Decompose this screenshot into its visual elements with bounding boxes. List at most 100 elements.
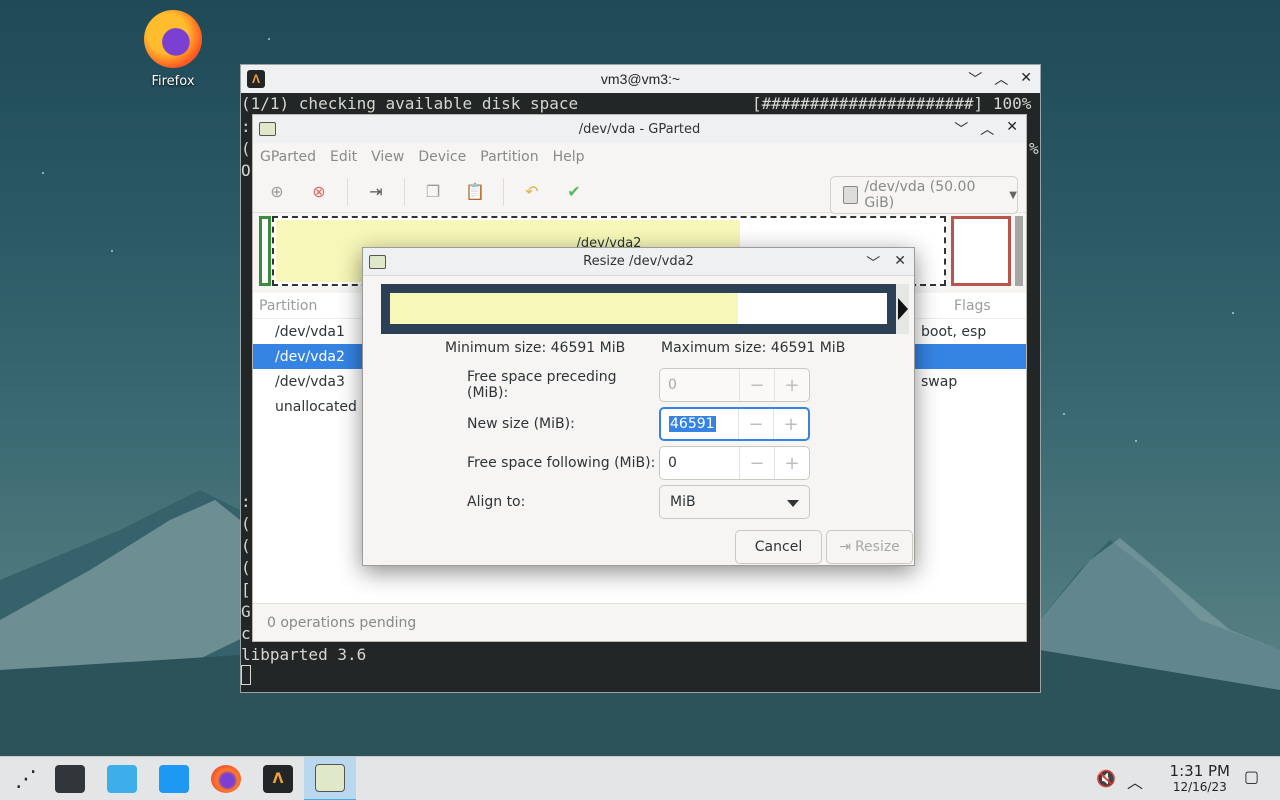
toolbar-separator — [404, 177, 405, 206]
free-following-row: Free space following (MiB): 0 − + — [467, 446, 812, 480]
taskbar-gparted[interactable] — [304, 757, 356, 800]
terminal-app-icon: Λ — [247, 70, 265, 88]
menu-partition[interactable]: Partition — [473, 149, 545, 165]
resize-handle-right-icon[interactable] — [898, 298, 908, 320]
star — [1063, 413, 1065, 415]
partition-visual-vda3[interactable] — [951, 216, 1011, 286]
menu-device[interactable]: Device — [411, 149, 473, 165]
desktop-firefox-icon[interactable]: Firefox — [140, 10, 206, 89]
minimum-size-label: Minimum size: 46591 MiB — [445, 340, 626, 356]
menubar: GParted Edit View Device Partition Help — [253, 143, 1026, 171]
dialog-titlebar[interactable]: Resize /dev/vda2 ﹀ ✕ — [363, 248, 914, 276]
terminal-text: : — [241, 492, 251, 511]
resize-bar-frame — [381, 284, 896, 334]
chevron-up-icon[interactable]: ︿ — [1127, 769, 1143, 793]
close-icon[interactable]: ✕ — [1006, 119, 1018, 139]
settings-icon — [55, 765, 85, 793]
terminal-last-line: libparted 3.6 — [241, 645, 367, 664]
plus-icon[interactable]: + — [773, 409, 808, 439]
gparted-app-icon — [369, 255, 386, 269]
partition-visual-vda1[interactable] — [259, 216, 271, 286]
close-icon[interactable]: ✕ — [894, 253, 906, 273]
clock-time: 1:31 PM — [1169, 762, 1230, 780]
plus-icon[interactable]: + — [774, 369, 809, 401]
paste-icon[interactable]: 📋 — [461, 178, 489, 206]
launcher-icon: ⋰ — [15, 766, 37, 792]
new-size-row: New size (MiB): 46591 − + — [467, 407, 812, 441]
free-preceding-row: Free space preceding (MiB): 0 − + — [467, 368, 812, 402]
partition-flags: swap — [921, 373, 958, 390]
minus-icon[interactable]: − — [738, 409, 773, 439]
gparted-icon — [315, 764, 345, 792]
chevron-down-icon: ▼ — [1009, 189, 1017, 201]
undo-icon[interactable]: ↶ — [518, 178, 546, 206]
gparted-titlebar[interactable]: /dev/vda - GParted ﹀ ︿ ✕ — [253, 115, 1026, 143]
gparted-title: /dev/vda - GParted — [578, 121, 701, 137]
delete-partition-icon[interactable]: ⊗ — [305, 178, 333, 206]
new-size-field[interactable]: 46591 − + — [659, 407, 810, 441]
plus-icon[interactable]: + — [774, 447, 809, 479]
taskbar-terminal[interactable]: Λ — [252, 757, 304, 800]
copy-icon[interactable]: ❐ — [419, 178, 447, 206]
toolbar-separator — [347, 177, 348, 206]
maximize-icon[interactable]: ︿ — [994, 69, 1008, 89]
align-select[interactable]: MiB — [659, 485, 810, 519]
star — [1232, 312, 1234, 314]
resize-button[interactable]: ⇥ Resize — [826, 530, 913, 564]
menu-view[interactable]: View — [364, 149, 411, 165]
free-preceding-label: Free space preceding (MiB): — [467, 369, 617, 401]
maximize-icon[interactable]: ︿ — [980, 119, 994, 139]
taskbar-files[interactable] — [148, 757, 200, 800]
terminal-titlebar[interactable]: Λ vm3@vm3:~ ﹀ ︿ ✕ — [241, 65, 1040, 93]
menu-help[interactable]: Help — [546, 149, 592, 165]
minimize-icon[interactable]: ﹀ — [954, 119, 968, 139]
show-desktop-icon[interactable]: ▢ — [1244, 767, 1259, 786]
star — [111, 250, 113, 252]
terminal-cursor — [241, 665, 251, 685]
minimize-icon[interactable]: ﹀ — [866, 253, 880, 273]
clock-date: 12/16/23 — [1172, 780, 1227, 794]
align-label: Align to: — [467, 494, 526, 510]
resize-bar-used — [390, 293, 738, 324]
clock[interactable]: 1:31 PM 12/16/23 — [1169, 762, 1230, 795]
terminal-text: : — [241, 117, 251, 136]
resize-icon: ⇥ — [839, 539, 851, 555]
apply-icon[interactable]: ✔ — [560, 178, 588, 206]
resize-bar-inner — [390, 293, 887, 324]
resize-dialog[interactable]: Resize /dev/vda2 ﹀ ✕ Minimum size: 46591… — [362, 247, 915, 566]
partition-visual-unallocated[interactable] — [1015, 216, 1023, 286]
free-preceding-field[interactable]: 0 − + — [659, 368, 810, 402]
new-size-label: New size (MiB): — [467, 416, 575, 432]
desktop-icon-label: Firefox — [151, 74, 195, 89]
volume-muted-icon[interactable]: 🔇 — [1096, 769, 1116, 788]
taskbar-firefox[interactable] — [200, 757, 252, 800]
menu-edit[interactable]: Edit — [323, 149, 364, 165]
terminal-text: % — [1029, 139, 1039, 158]
resize-move-icon[interactable]: ⇥ — [362, 178, 390, 206]
dialog-title: Resize /dev/vda2 — [583, 254, 694, 269]
cancel-button[interactable]: Cancel — [735, 530, 822, 564]
taskbar-discover[interactable] — [96, 757, 148, 800]
align-row: Align to: MiB — [467, 485, 812, 519]
toolbar: ⊕ ⊗ ⇥ ❐ 📋 ↶ ✔ /dev/vda (50.00 GiB) ▼ — [253, 171, 1026, 214]
store-icon — [107, 765, 137, 793]
close-icon[interactable]: ✕ — [1020, 69, 1032, 89]
column-flags[interactable]: Flags — [954, 298, 991, 314]
minus-icon[interactable]: − — [739, 447, 774, 479]
minimize-icon[interactable]: ﹀ — [968, 69, 982, 89]
firefox-icon — [144, 10, 202, 68]
terminal-text: ( — [241, 139, 251, 158]
free-following-field[interactable]: 0 − + — [659, 446, 810, 480]
toolbar-separator — [503, 177, 504, 206]
minus-icon[interactable]: − — [739, 369, 774, 401]
status-bar: 0 operations pending — [253, 603, 1026, 641]
terminal-text: G — [241, 602, 251, 621]
terminal-text: [ — [241, 580, 251, 599]
terminal-progress-text: (1/1) checking available disk space — [241, 94, 579, 113]
new-partition-icon[interactable]: ⊕ — [263, 178, 291, 206]
terminal-icon: Λ — [263, 765, 293, 793]
device-selector[interactable]: /dev/vda (50.00 GiB) ▼ — [830, 176, 1018, 214]
resize-bar[interactable] — [381, 284, 909, 334]
taskbar-settings[interactable] — [44, 757, 96, 800]
menu-gparted[interactable]: GParted — [253, 149, 323, 165]
